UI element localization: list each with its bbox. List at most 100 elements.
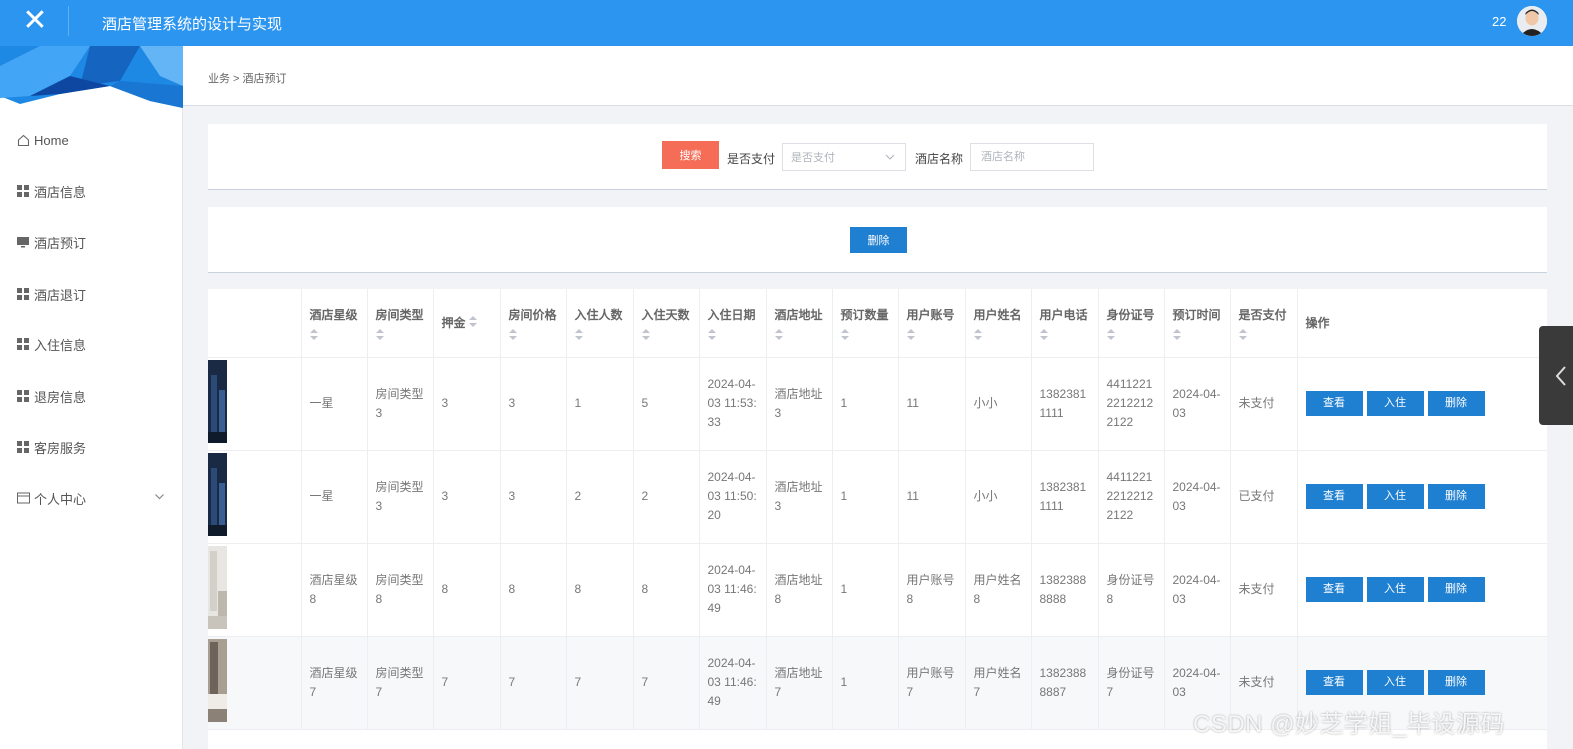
cell-booking-time: 2024-04-03	[1164, 450, 1231, 544]
sort-icon[interactable]	[468, 316, 477, 328]
cell-room-type: 房间类型3	[367, 450, 434, 544]
chevron-down-icon	[885, 152, 895, 165]
sort-icon[interactable]	[1238, 328, 1289, 340]
sidebar-item-hotel-info[interactable]: 酒店信息	[0, 171, 183, 211]
sort-icon[interactable]	[508, 328, 558, 340]
header-guests[interactable]: 入住人数	[566, 289, 634, 358]
divider	[68, 6, 69, 36]
header-price[interactable]: 房间价格	[500, 289, 567, 358]
header-deposit[interactable]: 押金	[433, 289, 501, 358]
sort-icon[interactable]	[309, 328, 359, 340]
header-star[interactable]: 酒店星级	[301, 289, 368, 358]
sidebar-item-personal-center[interactable]: 个人中心	[0, 478, 183, 518]
sidebar-item-label: 酒店信息	[34, 184, 87, 200]
sort-icon[interactable]	[375, 328, 425, 340]
cell-checkin-date: 2024-04-03 11:50:20	[699, 450, 767, 544]
cell-account: 11	[898, 357, 966, 451]
cell-account: 用户账号7	[898, 636, 966, 730]
breadcrumb-bar: 业务 > 酒店预订	[183, 46, 1573, 106]
sort-icon[interactable]	[840, 328, 890, 340]
booking-table: 酒店星级 房间类型 押金 房间价格 入住人数 入住天数 入住日期 酒店地址 预订…	[208, 289, 1547, 749]
close-icon[interactable]: ✕	[0, 0, 70, 40]
cell-id-number: 441122122122122122	[1098, 450, 1165, 544]
top-bar: ✕ 酒店管理系统的设计与实现 22	[0, 0, 1573, 46]
delete-button[interactable]: 删除	[1427, 670, 1485, 695]
header-image	[208, 289, 302, 358]
cell-room-type: 房间类型3	[367, 357, 434, 451]
table-row: 一星 房间类型3 3 3 2 2 2024-04-03 11:50:20 酒店地…	[208, 450, 1547, 544]
sidebar-item-checkin-info[interactable]: 入住信息	[0, 324, 183, 364]
delete-button[interactable]: 删除	[1427, 484, 1485, 509]
search-button[interactable]: 搜索	[662, 141, 719, 169]
sort-icon[interactable]	[1172, 328, 1222, 340]
sort-icon[interactable]	[707, 328, 758, 340]
sidebar-item-label: 个人中心	[34, 491, 87, 507]
avatar[interactable]	[1517, 6, 1547, 36]
header-booking-time[interactable]: 预订时间	[1164, 289, 1231, 358]
header-phone[interactable]: 用户电话	[1031, 289, 1099, 358]
sort-icon[interactable]	[1039, 328, 1090, 340]
header-room-type[interactable]: 房间类型	[367, 289, 434, 358]
cell-name: 小小	[965, 357, 1032, 451]
cell-deposit: 8	[433, 543, 501, 637]
row-image	[208, 357, 302, 451]
sidebar-item-home[interactable]: Home	[0, 120, 183, 160]
room-thumbnail	[208, 638, 227, 722]
sort-icon[interactable]	[641, 328, 691, 340]
bulk-delete-button[interactable]: 删除	[850, 227, 907, 253]
delete-button[interactable]: 删除	[1427, 577, 1485, 602]
view-button[interactable]: 查看	[1305, 577, 1363, 602]
search-panel: 搜索 是否支付 是否支付 酒店名称	[208, 124, 1547, 190]
cell-price: 3	[500, 357, 567, 451]
cell-guests: 7	[566, 636, 634, 730]
cell-paid: 已支付	[1230, 450, 1298, 544]
view-button[interactable]: 查看	[1305, 484, 1363, 509]
grid-icon	[16, 389, 30, 403]
sort-icon[interactable]	[574, 328, 625, 340]
header-checkin-date[interactable]: 入住日期	[699, 289, 767, 358]
header-name[interactable]: 用户姓名	[965, 289, 1032, 358]
cell-id-number: 身份证号7	[1098, 636, 1165, 730]
chevron-left-icon	[1555, 366, 1566, 386]
checkin-button[interactable]: 入住	[1366, 484, 1424, 509]
cell-quantity: 1	[832, 543, 899, 637]
table-header-row: 酒店星级 房间类型 押金 房间价格 入住人数 入住天数 入住日期 酒店地址 预订…	[208, 289, 1547, 358]
sidebar-item-room-service[interactable]: 客房服务	[0, 427, 183, 467]
sidebar-item-hotel-cancel[interactable]: 酒店退订	[0, 274, 183, 314]
watermark: CSDN @妙芝学姐_毕设源码	[1193, 711, 1505, 738]
grid-icon	[16, 440, 30, 454]
cell-guests: 1	[566, 357, 634, 451]
header-days[interactable]: 入住天数	[633, 289, 700, 358]
view-button[interactable]: 查看	[1305, 670, 1363, 695]
header-quantity[interactable]: 预订数量	[832, 289, 899, 358]
sort-icon[interactable]	[1106, 328, 1156, 340]
user-number: 22	[1492, 14, 1507, 29]
header-account[interactable]: 用户账号	[898, 289, 966, 358]
grid-icon	[16, 337, 30, 351]
cell-quantity: 1	[832, 357, 899, 451]
view-button[interactable]: 查看	[1305, 391, 1363, 416]
checkin-button[interactable]: 入住	[1366, 577, 1424, 602]
cell-checkin-date: 2024-04-03 11:46:49	[699, 636, 767, 730]
cell-booking-time: 2024-04-03	[1164, 543, 1231, 637]
cell-id-number: 身份证号8	[1098, 543, 1165, 637]
paid-select[interactable]: 是否支付	[782, 143, 906, 171]
checkin-button[interactable]: 入住	[1366, 391, 1424, 416]
row-image	[208, 450, 302, 544]
delete-button[interactable]: 删除	[1427, 391, 1485, 416]
header-paid[interactable]: 是否支付	[1230, 289, 1298, 358]
sort-icon[interactable]	[774, 328, 824, 340]
sidebar-item-hotel-booking[interactable]: 酒店预订	[0, 222, 183, 262]
sort-icon[interactable]	[973, 328, 1023, 340]
checkin-button[interactable]: 入住	[1366, 670, 1424, 695]
hotel-name-input[interactable]	[970, 143, 1094, 171]
sort-icon[interactable]	[906, 328, 957, 340]
header-id-number[interactable]: 身份证号	[1098, 289, 1165, 358]
card-icon	[16, 491, 30, 505]
side-drawer-toggle[interactable]	[1539, 326, 1573, 425]
action-panel: 删除	[208, 207, 1547, 273]
sidebar-item-checkout-info[interactable]: 退房信息	[0, 376, 183, 416]
header-address[interactable]: 酒店地址	[766, 289, 833, 358]
cell-phone: 13823888887	[1031, 636, 1099, 730]
sidebar: Home 酒店信息 酒店预订 酒店退订 入住信息 退房信息 客房服务 个人中心	[0, 46, 183, 749]
